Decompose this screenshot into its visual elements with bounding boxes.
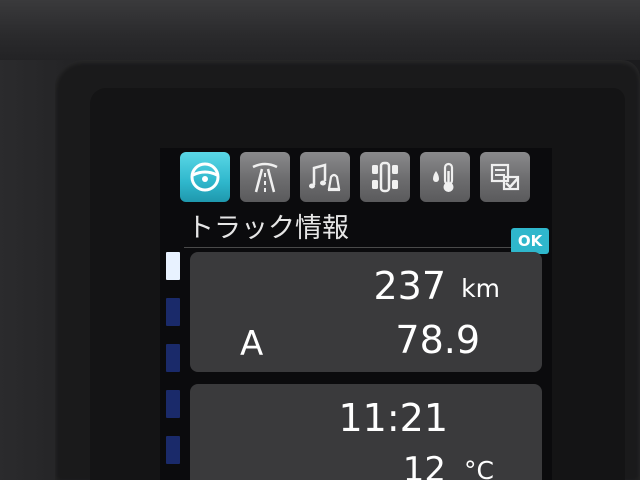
scroll-indicator-active [166,252,180,280]
tab-truck-info[interactable] [180,152,230,202]
tab-driving-assist[interactable] [240,152,290,202]
clock-time: 11:21 [338,396,448,440]
tab-temperature[interactable] [420,152,470,202]
instrument-display: トラック情報 OK 237 km A 78.9 11:21 12 °C [160,148,552,480]
trip-secondary-value: 78.9 [395,318,480,362]
thermometer-icon [433,162,454,192]
tab-vehicle-settings[interactable] [360,152,410,202]
settings-check-icon [490,163,520,191]
steering-wheel-icon [190,162,220,192]
lane-road-icon [252,162,278,193]
distance-unit: km [461,274,500,303]
tab-sound-alerts[interactable] [300,152,350,202]
music-bell-icon [309,163,341,192]
ok-button[interactable]: OK [511,228,549,254]
scroll-indicator [166,344,180,372]
dashboard-top [0,0,640,60]
scroll-indicator [166,390,180,418]
title-divider [184,247,520,248]
temperature-unit: °C [464,456,494,480]
scroll-indicator [166,298,180,326]
distance-value: 237 [373,264,446,308]
trip-label: A [240,324,264,364]
page-title: トラック情報 [187,213,349,244]
outside-temperature-value: 12 [402,450,446,480]
trip-info-panel[interactable]: 237 km A 78.9 [190,252,542,372]
scroll-indicator [166,436,180,464]
clock-temperature-panel[interactable]: 11:21 12 °C [190,384,542,480]
truck-axle-icon [372,161,398,193]
tab-settings[interactable] [480,152,530,202]
